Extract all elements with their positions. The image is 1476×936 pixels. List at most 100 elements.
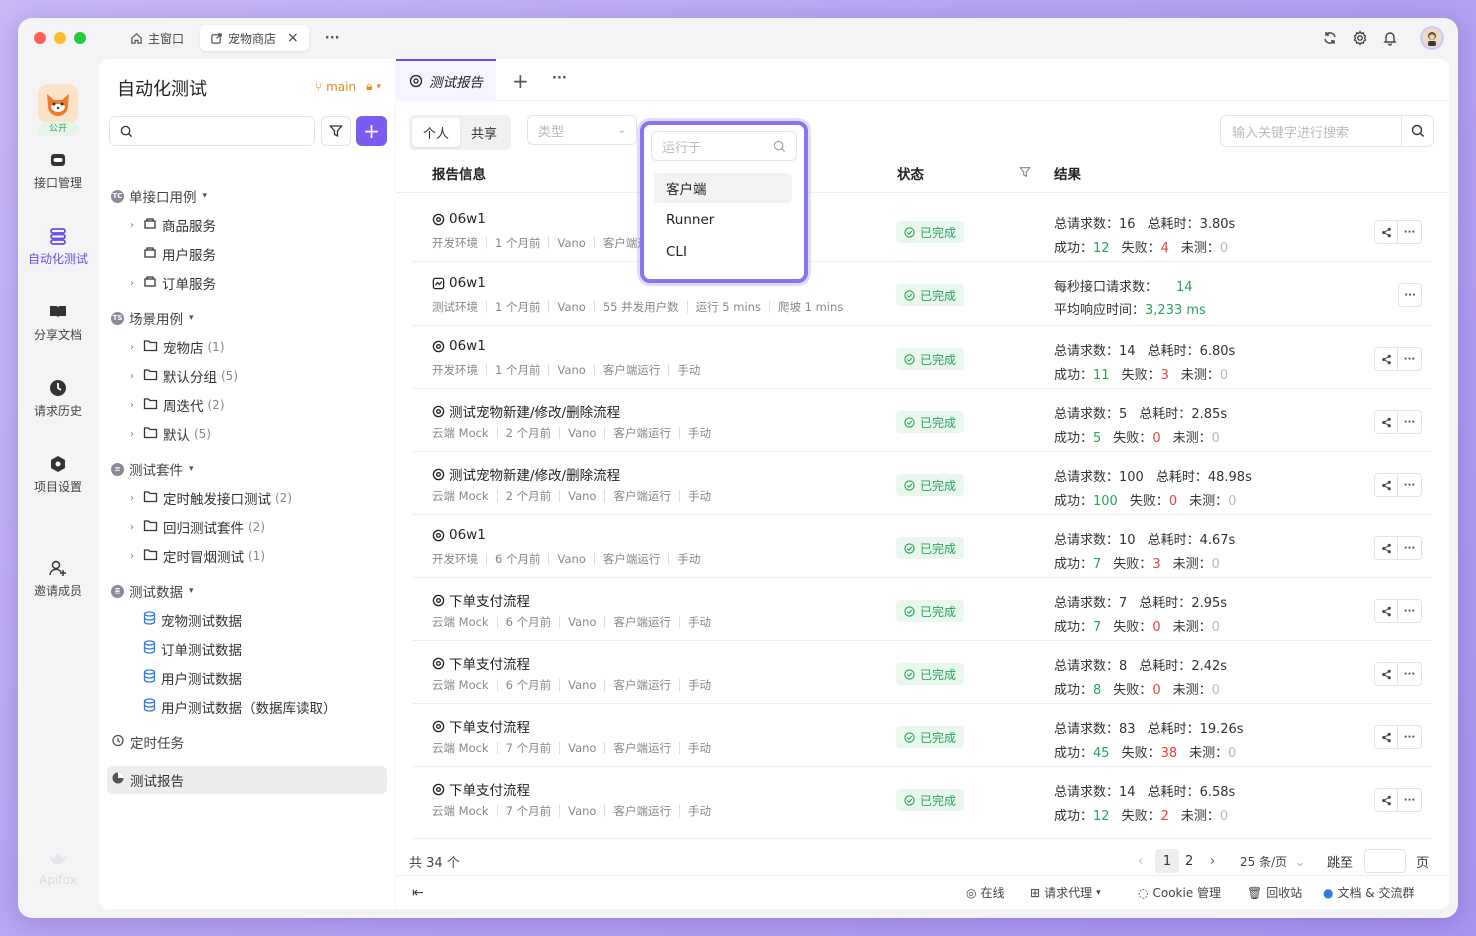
report-title[interactable]: 06w1: [432, 211, 486, 227]
share-button[interactable]: [1374, 725, 1398, 749]
page-size-select[interactable]: 25 条/页 ⌄: [1240, 853, 1305, 870]
tree-item[interactable]: › 商品服务: [125, 212, 216, 238]
tree-item[interactable]: TS 场景用例 ▾: [111, 305, 194, 331]
share-button[interactable]: [1374, 536, 1398, 560]
rail-item-automation[interactable]: 自动化测试: [18, 226, 98, 267]
tab-test-report[interactable]: 测试报告: [396, 59, 496, 101]
tab-pet-store[interactable]: 宠物商店 ×: [200, 25, 309, 51]
online-status[interactable]: ◎ 在线: [966, 884, 1005, 901]
share-button[interactable]: [1374, 220, 1398, 244]
type-select[interactable]: 类型 ⌄: [527, 115, 637, 145]
gear-icon[interactable]: [1352, 30, 1368, 46]
tree-item[interactable]: › 订单服务: [125, 270, 216, 296]
tree-item[interactable]: › 宠物店 (1): [125, 334, 225, 360]
more-button[interactable]: ···: [1398, 410, 1422, 434]
filter-button[interactable]: [321, 116, 351, 146]
tree-item[interactable]: ≣ 测试数据 ▾: [111, 578, 194, 604]
report-row[interactable]: 下单支付流程 云端 Mock 6 个月前 Vano 客户端运行 手动 已完成 总请求数：8 总耗…: [412, 641, 1432, 704]
tab-more-button[interactable]: ···: [552, 71, 567, 86]
tree-item[interactable]: 订单测试数据: [143, 636, 242, 662]
rail-item-invite[interactable]: 邀请成员: [18, 558, 98, 599]
tree-item[interactable]: › 默认 (5): [125, 421, 211, 447]
rail-item-history[interactable]: 请求历史: [18, 378, 98, 419]
share-button[interactable]: [1374, 473, 1398, 497]
new-tab-button[interactable]: +: [512, 69, 529, 93]
report-row[interactable]: 06w1 开发环境 1 个月前 Vano 客户端运行 手动 已完成 总请求数：14 总耗时：6.…: [412, 326, 1432, 389]
report-title[interactable]: 06w1: [432, 527, 486, 543]
tree-item[interactable]: › 回归测试套件 (2): [125, 514, 265, 540]
user-avatar[interactable]: [1420, 26, 1444, 50]
jump-page-input[interactable]: [1364, 849, 1406, 873]
project-logo[interactable]: [38, 84, 78, 124]
report-title[interactable]: 06w1: [432, 275, 486, 291]
tree-item[interactable]: › 定时触发接口测试 (2): [125, 485, 292, 511]
report-row[interactable]: 06w1 开发环境 6 个月前 Vano 客户端运行 手动 已完成 总请求数：10 总耗时：4.…: [412, 515, 1432, 578]
report-row[interactable]: 06w1 开发环境 1 个月前 Vano 客户端运 已完成 总请求数：16 总耗时：3.80s…: [412, 199, 1432, 262]
more-button[interactable]: ···: [1398, 725, 1422, 749]
share-button[interactable]: [1374, 662, 1398, 686]
share-button[interactable]: [1374, 599, 1398, 623]
share-button[interactable]: [1374, 410, 1398, 434]
docs-community[interactable]: ● 文档 & 交流群: [1323, 884, 1414, 901]
report-row[interactable]: 下单支付流程 云端 Mock 7 个月前 Vano 客户端运行 手动 已完成 总请求数：83 总…: [412, 704, 1432, 767]
status-filter-icon[interactable]: [1019, 166, 1031, 178]
tree-item[interactable]: 用户测试数据: [143, 665, 242, 691]
report-row[interactable]: 下单支付流程 云端 Mock 7 个月前 Vano 客户端运行 手动 已完成 总请求数：14 总…: [412, 767, 1432, 839]
next-page-button[interactable]: ›: [1210, 854, 1215, 869]
tree-item[interactable]: › 默认分组 (5): [125, 363, 238, 389]
report-title[interactable]: 测试宠物新建/修改/删除流程: [432, 401, 620, 421]
tree-item[interactable]: › 周迭代 (2): [125, 392, 225, 418]
option-client[interactable]: 客户端: [654, 173, 792, 203]
tree-item[interactable]: ≡ 测试套件 ▾: [111, 456, 194, 482]
tree-item[interactable]: 宠物测试数据: [143, 607, 242, 633]
more-tabs-button[interactable]: ···: [325, 31, 340, 46]
more-button[interactable]: ···: [1398, 347, 1422, 371]
page-1-button[interactable]: 1: [1155, 849, 1179, 873]
report-title[interactable]: 测试宠物新建/修改/删除流程: [432, 464, 620, 484]
rail-item-settings[interactable]: 项目设置: [18, 454, 98, 495]
report-title[interactable]: 下单支付流程: [432, 779, 530, 799]
tree-item[interactable]: TC 单接口用例 ▾: [111, 183, 207, 209]
close-tab-icon[interactable]: ×: [287, 30, 299, 46]
share-button[interactable]: [1374, 347, 1398, 371]
cookie-manager[interactable]: ◌ Cookie 管理: [1138, 884, 1221, 901]
rail-item-api[interactable]: 接口管理: [18, 150, 98, 191]
maximize-window-button[interactable]: [74, 32, 86, 44]
run-on-select[interactable]: 运行于: [651, 131, 797, 161]
report-title[interactable]: 下单支付流程: [432, 716, 530, 736]
minimize-window-button[interactable]: [54, 32, 66, 44]
sidebar-search-input[interactable]: [109, 116, 315, 146]
report-row[interactable]: 测试宠物新建/修改/删除流程 云端 Mock 2 个月前 Vano 客户端运行 手动 已完成…: [412, 452, 1432, 515]
more-button[interactable]: ···: [1398, 536, 1422, 560]
report-title[interactable]: 下单支付流程: [432, 653, 530, 673]
more-button[interactable]: ···: [1398, 788, 1422, 812]
report-row[interactable]: 06w1 测试环境 1 个月前 Vano 55 并发用户数 运行 5 mins 爬坡 1 m…: [412, 263, 1432, 326]
report-row[interactable]: 下单支付流程 云端 Mock 6 个月前 Vano 客户端运行 手动 已完成 总请求数：7 总耗…: [412, 578, 1432, 641]
branch-selector[interactable]: ⑂ main 🔒︎ ▾: [315, 79, 381, 94]
proxy-menu[interactable]: ⊞ 请求代理 ▾: [1030, 884, 1101, 901]
tree-item[interactable]: 用户服务: [125, 241, 216, 267]
report-row[interactable]: 测试宠物新建/修改/删除流程 云端 Mock 2 个月前 Vano 客户端运行 手动 已完成…: [412, 389, 1432, 452]
report-title[interactable]: 下单支付流程: [432, 590, 530, 610]
tab-home[interactable]: 主窗口: [120, 25, 194, 51]
recycle-bin[interactable]: 🗑︎ 回收站: [1247, 884, 1302, 901]
option-runner[interactable]: Runner: [654, 205, 792, 235]
tree-item[interactable]: 定时任务: [111, 729, 184, 755]
report-search-input[interactable]: 输入关键字进行搜索: [1220, 115, 1434, 147]
share-button[interactable]: [1374, 788, 1398, 812]
sync-icon[interactable]: [1322, 30, 1338, 46]
bell-icon[interactable]: [1382, 30, 1398, 46]
collapse-sidebar-icon[interactable]: ⇤: [412, 885, 424, 901]
option-cli[interactable]: CLI: [654, 237, 792, 267]
more-button[interactable]: ···: [1398, 473, 1422, 497]
more-button[interactable]: ···: [1398, 220, 1422, 244]
report-title[interactable]: 06w1: [432, 338, 486, 354]
page-2-button[interactable]: 2: [1185, 854, 1193, 869]
tree-item[interactable]: › 定时冒烟测试 (1): [125, 543, 265, 569]
prev-page-button[interactable]: ‹: [1138, 854, 1143, 869]
rail-item-docs[interactable]: 分享文档: [18, 302, 98, 343]
add-button[interactable]: +: [356, 116, 387, 146]
scope-personal[interactable]: 个人: [412, 118, 461, 147]
tree-item[interactable]: 用户测试数据（数据库读取）: [143, 694, 337, 720]
search-button[interactable]: [1401, 116, 1433, 146]
